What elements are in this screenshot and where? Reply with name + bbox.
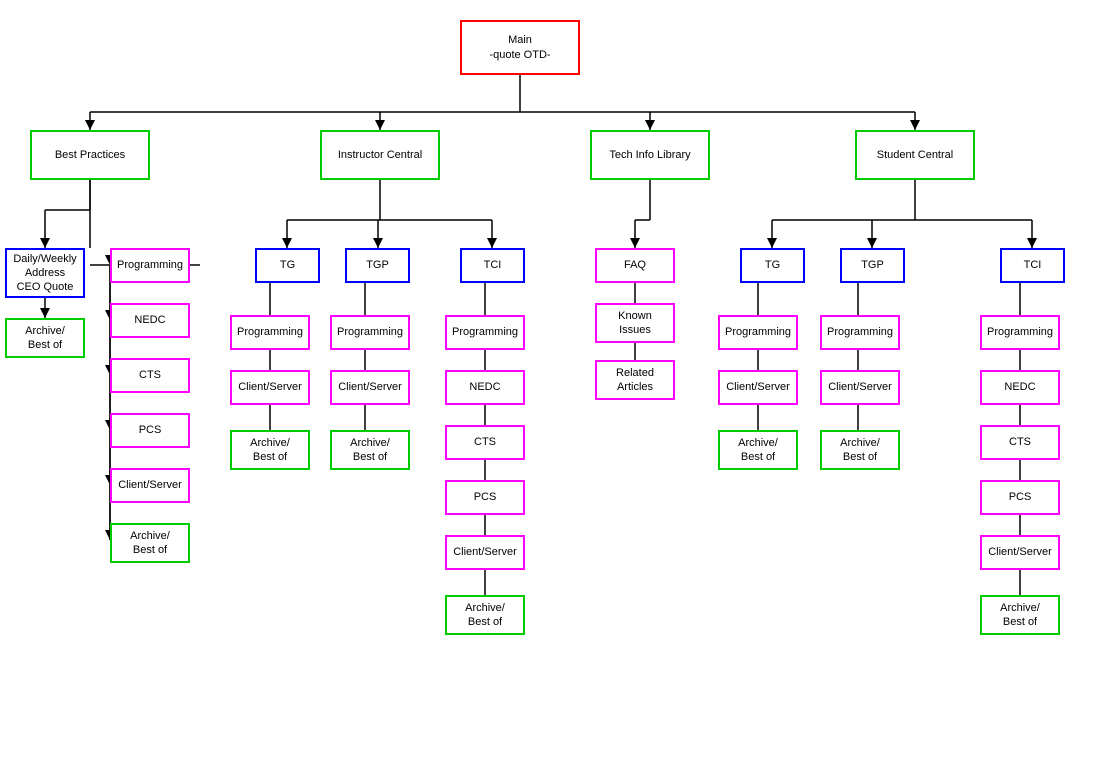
bp-programming-node: Programming: [110, 248, 190, 283]
til-known-node: Known Issues: [595, 303, 675, 343]
ic-tgp-programming-node: Programming: [330, 315, 410, 350]
sc-tgp-archive-node: Archive/ Best of: [820, 430, 900, 470]
bp-archive-node: Archive/ Best of: [5, 318, 85, 358]
bp-pcs-node: PCS: [110, 413, 190, 448]
ic-tci-archive-node: Archive/ Best of: [445, 595, 525, 635]
ic-tg-programming-node: Programming: [230, 315, 310, 350]
instructor-central-node: Instructor Central: [320, 130, 440, 180]
ic-tgp-node: TGP: [345, 248, 410, 283]
bp-archive2-node: Archive/ Best of: [110, 523, 190, 563]
ic-tci-cs-node: Client/Server: [445, 535, 525, 570]
bp-daily-node: Daily/Weekly Address CEO Quote: [5, 248, 85, 298]
sc-tci-node: TCI: [1000, 248, 1065, 283]
ic-tg-cs-node: Client/Server: [230, 370, 310, 405]
til-faq-node: FAQ: [595, 248, 675, 283]
bp-cs-node: Client/Server: [110, 468, 190, 503]
sc-tci-cts-node: CTS: [980, 425, 1060, 460]
ic-tci-nedc-node: NEDC: [445, 370, 525, 405]
sc-tgp-programming-node: Programming: [820, 315, 900, 350]
ic-tci-cts-node: CTS: [445, 425, 525, 460]
best-practices-node: Best Practices: [30, 130, 150, 180]
ic-tg-archive-node: Archive/ Best of: [230, 430, 310, 470]
main-node: Main -quote OTD-: [460, 20, 580, 75]
sc-tci-pcs-node: PCS: [980, 480, 1060, 515]
ic-tg-node: TG: [255, 248, 320, 283]
til-related-node: Related Articles: [595, 360, 675, 400]
sc-tci-programming-node: Programming: [980, 315, 1060, 350]
sc-tgp-node: TGP: [840, 248, 905, 283]
ic-tgp-archive-node: Archive/ Best of: [330, 430, 410, 470]
sc-tg-node: TG: [740, 248, 805, 283]
bp-cts-node: CTS: [110, 358, 190, 393]
bp-nedc-node: NEDC: [110, 303, 190, 338]
sc-tci-nedc-node: NEDC: [980, 370, 1060, 405]
sc-tg-cs-node: Client/Server: [718, 370, 798, 405]
sc-tg-archive-node: Archive/ Best of: [718, 430, 798, 470]
ic-tci-programming-node: Programming: [445, 315, 525, 350]
ic-tci-node: TCI: [460, 248, 525, 283]
sc-tci-archive-node: Archive/ Best of: [980, 595, 1060, 635]
ic-tgp-cs-node: Client/Server: [330, 370, 410, 405]
sc-tci-cs-node: Client/Server: [980, 535, 1060, 570]
student-central-node: Student Central: [855, 130, 975, 180]
sc-tgp-cs-node: Client/Server: [820, 370, 900, 405]
org-chart: Main -quote OTD- Best Practices Instruct…: [0, 0, 1098, 777]
tech-info-library-node: Tech Info Library: [590, 130, 710, 180]
ic-tci-pcs-node: PCS: [445, 480, 525, 515]
sc-tg-programming-node: Programming: [718, 315, 798, 350]
